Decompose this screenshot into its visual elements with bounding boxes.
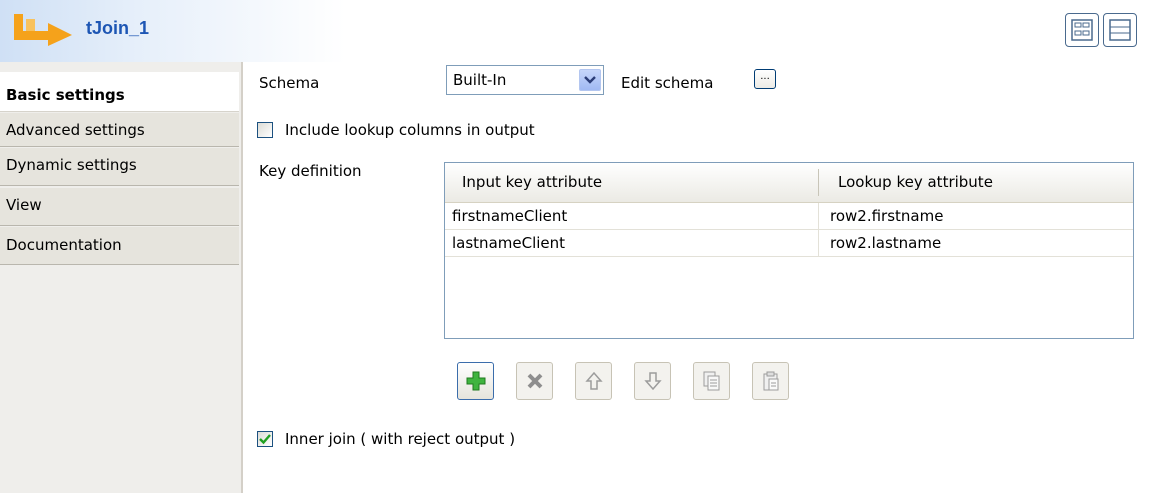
settings-sidebar: Basic settings Advanced settings Dynamic… <box>0 62 243 493</box>
move-up-icon <box>585 371 603 390</box>
tab-documentation[interactable]: Documentation <box>0 227 239 265</box>
tab-advanced-settings[interactable]: Advanced settings <box>0 113 239 147</box>
move-down-icon <box>644 372 662 391</box>
list-layout-icon <box>1109 19 1131 41</box>
table-header: Input key attribute Lookup key attribute <box>445 163 1133 203</box>
include-lookup-checkbox[interactable] <box>257 122 273 138</box>
tab-basic-settings[interactable]: Basic settings <box>0 72 239 112</box>
lookup-key-cell[interactable]: row2.lastname <box>830 234 941 252</box>
tab-view[interactable]: View <box>0 188 239 226</box>
tab-dynamic-settings[interactable]: Dynamic settings <box>0 148 239 186</box>
move-down-button[interactable] <box>634 362 671 400</box>
schema-select[interactable]: Built-In <box>446 65 604 95</box>
table-row[interactable]: lastnameClient row2.lastname <box>445 230 1133 257</box>
column-header-input-key[interactable]: Input key attribute <box>462 173 602 191</box>
input-key-cell[interactable]: lastnameClient <box>452 234 565 252</box>
delete-row-button[interactable] <box>516 362 553 400</box>
table-row[interactable]: firstnameClient row2.firstname <box>445 203 1133 230</box>
copy-icon <box>703 371 720 391</box>
component-title: tJoin_1 <box>86 18 150 38</box>
key-definition-label: Key definition <box>259 162 362 180</box>
copy-button[interactable] <box>693 362 730 400</box>
layout-grid-button[interactable] <box>1065 13 1099 47</box>
inner-join-label: Inner join ( with reject output ) <box>285 430 516 448</box>
grid-layout-icon <box>1071 19 1093 41</box>
column-header-lookup-key[interactable]: Lookup key attribute <box>838 173 993 191</box>
checkmark-icon <box>259 434 271 445</box>
key-definition-table: Input key attribute Lookup key attribute… <box>444 162 1134 339</box>
input-key-cell[interactable]: firstnameClient <box>452 207 567 225</box>
chevron-down-icon[interactable] <box>579 69 601 91</box>
basic-settings-panel: Schema Built-In Edit schema ... Include … <box>243 62 1151 493</box>
move-up-button[interactable] <box>575 362 612 400</box>
include-lookup-label: Include lookup columns in output <box>285 121 535 139</box>
inner-join-checkbox[interactable] <box>257 431 273 447</box>
join-component-icon <box>14 14 72 46</box>
edit-schema-button[interactable]: ... <box>754 69 776 89</box>
paste-icon <box>763 371 779 391</box>
add-row-button[interactable] <box>457 362 494 400</box>
add-icon <box>466 371 486 391</box>
layout-list-button[interactable] <box>1103 13 1137 47</box>
schema-select-value: Built-In <box>453 71 507 89</box>
delete-icon <box>527 373 543 389</box>
edit-schema-label: Edit schema <box>621 74 714 92</box>
schema-label: Schema <box>259 74 320 92</box>
component-header: tJoin_1 <box>0 0 1151 62</box>
paste-button[interactable] <box>752 362 789 400</box>
lookup-key-cell[interactable]: row2.firstname <box>830 207 943 225</box>
